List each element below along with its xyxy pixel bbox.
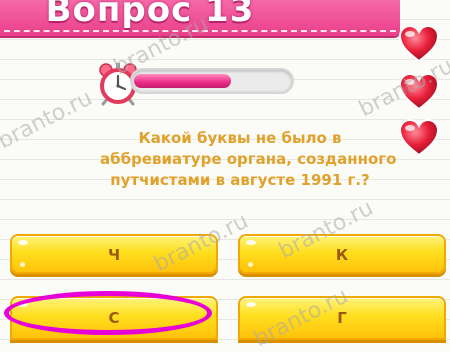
answer-label: Ч — [107, 246, 121, 264]
watermark: branto.ru — [0, 85, 97, 155]
timer-bar-fill — [134, 74, 231, 88]
question-line: аббревиатуре органа, созданного — [100, 150, 397, 168]
answer-label: К — [335, 246, 349, 264]
heart-icon — [398, 24, 440, 63]
answer-button-4[interactable]: Г — [238, 296, 446, 340]
answer-button-3[interactable]: С — [10, 296, 218, 340]
answer-button-2[interactable]: К — [238, 234, 446, 274]
answer-label: Г — [337, 309, 347, 327]
timer-bar — [130, 68, 294, 94]
heart-icon — [398, 72, 440, 111]
question-text: Какой буквы не было в аббревиатуре орган… — [100, 128, 397, 191]
question-line: путчистами в августе 1991 г.? — [110, 171, 370, 189]
answer-label: С — [108, 309, 120, 327]
question-number-title: Вопрос 13 — [45, 0, 255, 30]
answer-button-1[interactable]: Ч — [10, 234, 218, 274]
header-banner: Вопрос 13 — [0, 0, 400, 36]
question-line: Какой буквы не было в — [138, 129, 342, 147]
heart-icon — [398, 118, 440, 157]
